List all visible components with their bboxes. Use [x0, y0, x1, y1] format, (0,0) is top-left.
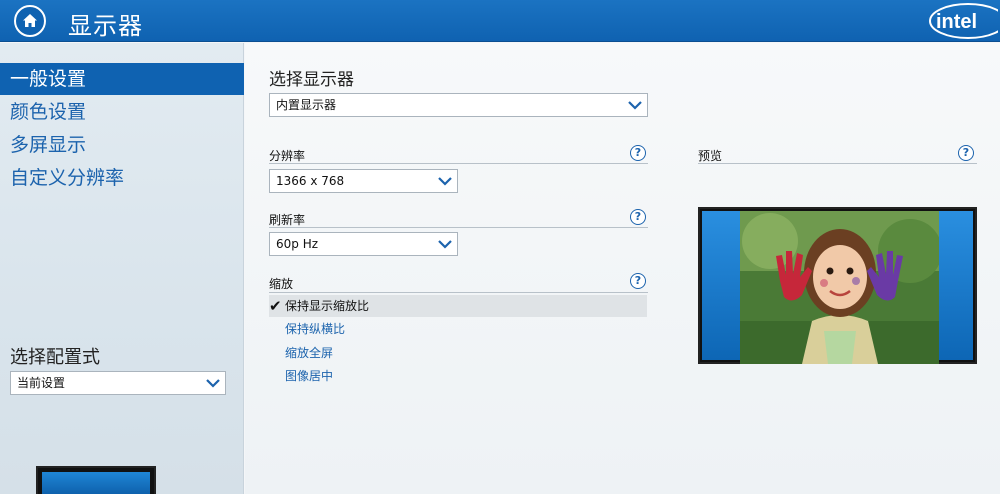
- scaling-option-maintain-display[interactable]: ✔ 保持显示缩放比: [269, 295, 647, 317]
- divider: [698, 163, 977, 164]
- preview-screen: [702, 211, 973, 364]
- resolution-select-value: 1366 x 768: [276, 174, 345, 188]
- profile-label: 选择配置式: [10, 347, 100, 368]
- help-icon[interactable]: ?: [630, 209, 646, 225]
- chevron-down-icon: [206, 379, 220, 388]
- select-display-heading: 选择显示器: [269, 70, 354, 90]
- help-icon[interactable]: ?: [630, 273, 646, 289]
- scaling-option-full-screen[interactable]: 缩放全屏: [269, 342, 647, 364]
- monitor-thumbnail: [36, 466, 156, 494]
- intel-logo-text: intel: [936, 11, 977, 33]
- sidebar-item-label: 颜色设置: [10, 101, 87, 123]
- title-bar: 显示器 intel: [0, 0, 1000, 42]
- monitor-thumbnail-screen: [42, 472, 150, 494]
- profile-select[interactable]: 当前设置: [10, 371, 226, 395]
- sidebar-item-color[interactable]: 颜色设置: [0, 96, 244, 128]
- resolution-label: 分辨率: [269, 149, 306, 163]
- refresh-rate-select-value: 60p Hz: [276, 237, 319, 251]
- display-select[interactable]: 内置显示器: [269, 93, 648, 117]
- scaling-option-label: 图像居中: [285, 369, 334, 383]
- help-icon[interactable]: ?: [630, 145, 646, 161]
- divider: [269, 163, 648, 164]
- chevron-down-icon: [438, 240, 452, 249]
- chevron-down-icon: [628, 101, 642, 110]
- help-icon[interactable]: ?: [958, 145, 974, 161]
- page-title: 显示器: [68, 12, 143, 40]
- preview-monitor: [698, 207, 977, 364]
- sidebar-item-multi-display[interactable]: 多屏显示: [0, 129, 244, 161]
- scaling-option-label: 缩放全屏: [285, 346, 334, 360]
- scaling-label: 缩放: [269, 277, 294, 291]
- preview-image: [740, 211, 939, 364]
- divider: [269, 292, 648, 293]
- refresh-rate-label: 刷新率: [269, 213, 306, 227]
- sidebar-item-label: 多屏显示: [10, 134, 87, 156]
- resolution-select[interactable]: 1366 x 768: [269, 169, 458, 193]
- sidebar-item-custom-resolution[interactable]: 自定义分辨率: [0, 162, 244, 194]
- chevron-down-icon: [438, 177, 452, 186]
- home-icon: [23, 14, 37, 27]
- display-select-value: 内置显示器: [276, 98, 337, 112]
- home-button[interactable]: [14, 5, 46, 37]
- preview-label: 预览: [698, 149, 723, 163]
- checkmark-icon: ✔: [269, 297, 282, 315]
- profile-select-value: 当前设置: [17, 376, 66, 390]
- sidebar-item-general[interactable]: 一般设置: [0, 63, 244, 95]
- refresh-rate-select[interactable]: 60p Hz: [269, 232, 458, 256]
- scaling-option-center-image[interactable]: 图像居中: [269, 365, 647, 387]
- sidebar-item-label: 一般设置: [10, 68, 87, 90]
- sidebar-item-label: 自定义分辨率: [10, 167, 125, 189]
- main-panel: 选择显示器 内置显示器 分辨率 ? 1366 x 768 刷新率 ? 60p H…: [245, 43, 1000, 494]
- sidebar: 一般设置 颜色设置 多屏显示 自定义分辨率 选择配置式 当前设置: [0, 43, 244, 494]
- scaling-option-label: 保持显示缩放比: [285, 299, 370, 313]
- intel-logo: intel: [929, 3, 998, 39]
- scaling-option-label: 保持纵横比: [285, 322, 346, 336]
- divider: [269, 227, 648, 228]
- scaling-option-maintain-aspect[interactable]: 保持纵横比: [269, 318, 647, 340]
